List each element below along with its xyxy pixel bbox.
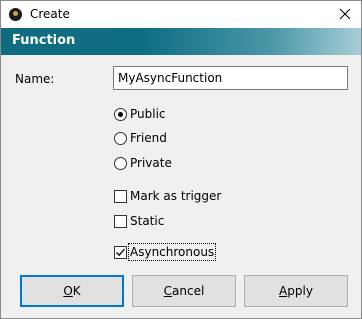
checkbox-label: Asynchronous	[127, 243, 217, 261]
radio-button[interactable]	[114, 132, 127, 145]
close-button[interactable]	[334, 4, 356, 24]
checkbox-checked[interactable]	[114, 246, 127, 259]
name-label: Name:	[15, 72, 55, 86]
radio-label: Public	[130, 107, 166, 121]
apply-label-rest: pply	[287, 284, 313, 298]
title-bar: Create	[1, 1, 361, 28]
apply-mnemonic: A	[279, 284, 288, 298]
ok-label-rest: K	[72, 284, 81, 298]
checkbox[interactable]	[114, 190, 127, 203]
name-input[interactable]	[113, 66, 348, 90]
window-title: Create	[30, 7, 70, 21]
header-title: Function	[12, 33, 76, 48]
radio-button-checked[interactable]	[114, 108, 127, 121]
close-icon	[339, 8, 351, 20]
cancel-mnemonic: C	[163, 284, 173, 298]
ok-button[interactable]: OK	[20, 275, 124, 307]
apply-button[interactable]: Apply	[244, 275, 348, 307]
checkbox-label: Mark as trigger	[130, 189, 222, 203]
ok-mnemonic: O	[63, 284, 73, 298]
cancel-button[interactable]: Cancel	[132, 275, 236, 307]
checkbox[interactable]	[114, 215, 127, 228]
radio-label: Private	[130, 156, 172, 170]
cancel-label-rest: ancel	[172, 284, 205, 298]
section-header: Function	[1, 28, 361, 55]
checkmark-icon	[116, 248, 125, 257]
app-icon	[9, 8, 22, 21]
radio-label: Friend	[130, 131, 167, 145]
create-dialog: Create Function Name: Public Friend Priv…	[0, 0, 362, 319]
radio-button[interactable]	[114, 157, 127, 170]
checkbox-label: Static	[130, 214, 165, 228]
